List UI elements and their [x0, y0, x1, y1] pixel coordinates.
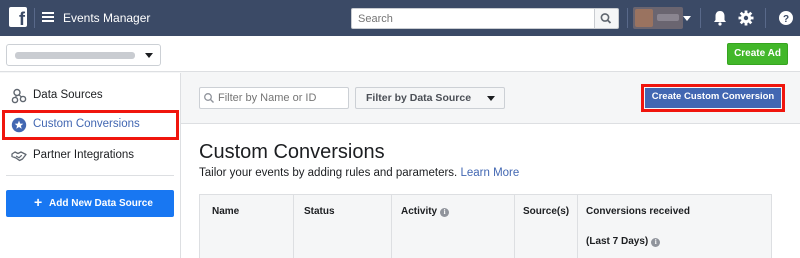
column-header-label: Activity: [401, 206, 438, 217]
search-input[interactable]: [351, 8, 595, 29]
notifications-bell-icon[interactable]: [710, 8, 730, 28]
column-header-sources[interactable]: Source(s): [523, 206, 569, 217]
add-new-data-source-label: Add New Data Source: [49, 198, 153, 209]
info-icon[interactable]: i: [651, 238, 661, 247]
filter-by-name-input[interactable]: [199, 87, 349, 109]
profile-button[interactable]: [633, 7, 683, 29]
account-name-blurred: [15, 52, 135, 59]
hamburger-menu-icon[interactable]: [42, 12, 54, 22]
chevron-down-icon: [145, 53, 153, 58]
sidebar-item-partner-integrations[interactable]: Partner Integrations: [0, 143, 181, 169]
search-button[interactable]: [595, 8, 619, 29]
table-header: [199, 194, 772, 258]
column-separator: [514, 194, 515, 258]
page-description: Tailor your events by adding rules and p…: [199, 167, 519, 179]
sidebar-divider: [6, 175, 174, 176]
description-text: Tailor your events by adding rules and p…: [199, 167, 458, 179]
plus-icon: +: [34, 194, 43, 210]
sidebar: Data Sources Custom Conversions Partner …: [0, 73, 181, 258]
avatar: [635, 9, 653, 27]
info-icon[interactable]: i: [440, 208, 450, 217]
sidebar-item-label: Data Sources: [33, 89, 103, 101]
ad-account-selector[interactable]: [6, 44, 161, 66]
app-title: Events Manager: [63, 11, 151, 25]
sidebar-item-label: Partner Integrations: [33, 149, 135, 161]
topbar-divider: [627, 8, 628, 28]
column-separator: [293, 194, 294, 258]
column-sublabel: (Last 7 Days): [586, 236, 649, 247]
create-ad-button[interactable]: Create Ad: [727, 43, 788, 65]
page-title: Custom Conversions: [199, 141, 385, 163]
handshake-icon: [11, 151, 27, 162]
search-icon: [204, 93, 214, 103]
filter-by-data-source-select[interactable]: Filter by Data Source: [355, 87, 505, 109]
facebook-logo-icon[interactable]: f: [9, 7, 27, 29]
topbar-divider: [700, 8, 701, 28]
column-header-activity[interactable]: Activity i: [401, 206, 450, 217]
add-new-data-source-button[interactable]: + Add New Data Source: [6, 190, 174, 217]
column-separator: [577, 194, 578, 258]
profile-name-blurred: [657, 14, 679, 21]
column-header-status[interactable]: Status: [304, 206, 335, 217]
column-header-conversions-sublabel: (Last 7 Days) i: [586, 236, 661, 247]
search-icon: [600, 13, 612, 24]
settings-gear-icon[interactable]: [736, 8, 756, 28]
column-header-conversions[interactable]: Conversions received: [586, 206, 690, 217]
column-header-name[interactable]: Name: [212, 206, 239, 217]
profile-chevron-down-icon[interactable]: [683, 16, 691, 21]
create-custom-conversion-button[interactable]: Create Custom Conversion: [645, 88, 781, 108]
topbar-divider: [765, 8, 766, 28]
learn-more-link[interactable]: Learn More: [460, 167, 519, 179]
highlight-annotation-sidebar: [2, 110, 179, 140]
data-sources-icon: [11, 88, 27, 104]
help-icon[interactable]: ?: [776, 8, 796, 28]
svg-text:?: ?: [783, 14, 789, 25]
sidebar-item-data-sources[interactable]: Data Sources: [0, 83, 181, 109]
chevron-down-icon: [487, 96, 495, 101]
filter-select-label: Filter by Data Source: [366, 92, 472, 104]
topbar-divider: [34, 8, 35, 28]
column-separator: [391, 194, 392, 258]
